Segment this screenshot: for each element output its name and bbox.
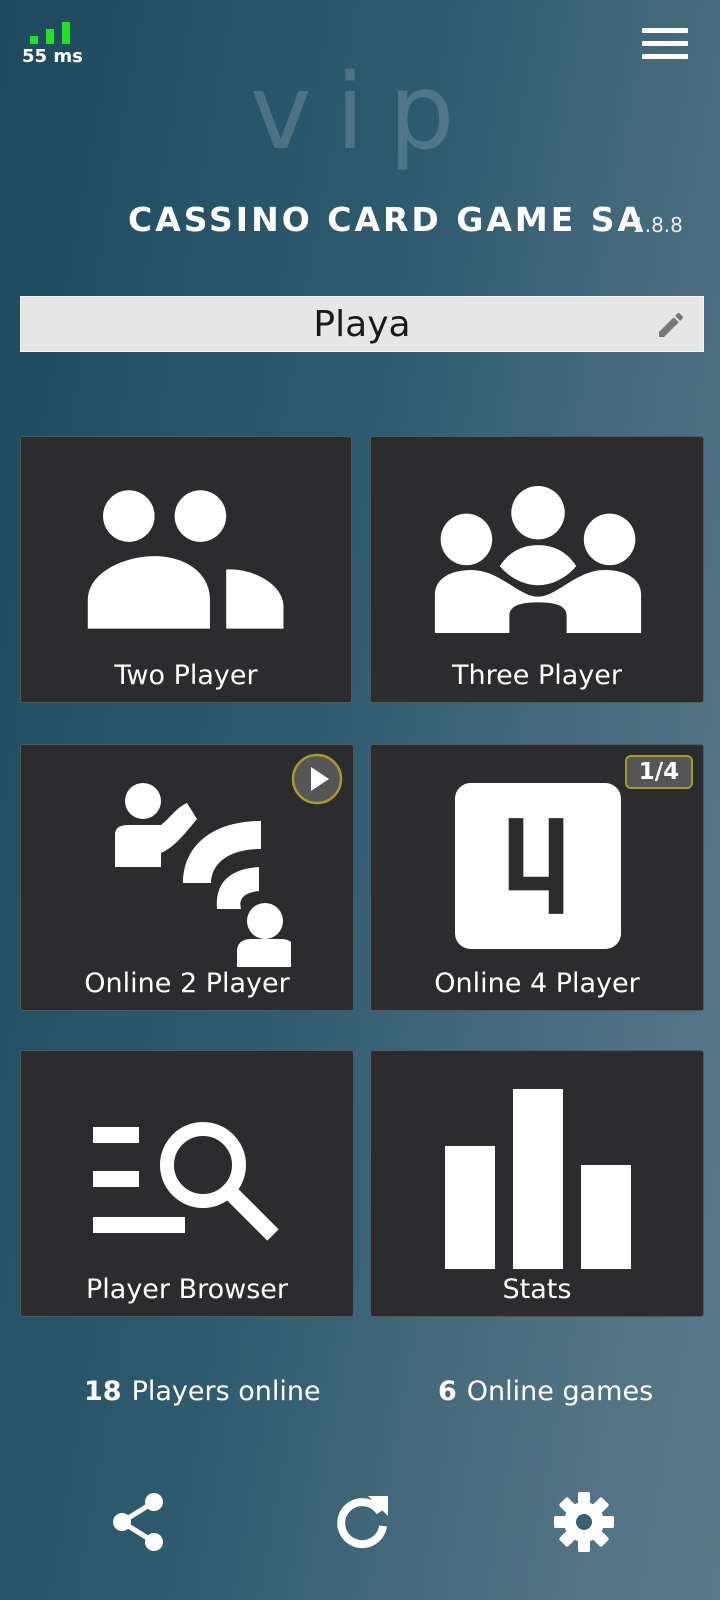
online-two-player-icon (115, 783, 291, 967)
version-label: 1.8.8 (632, 213, 683, 237)
three-player-tile[interactable]: Three Player (370, 436, 704, 703)
app-title: CASSINO CARD GAME SA (128, 200, 647, 239)
online-players-badge: 1/4 (625, 755, 693, 789)
stats-tile[interactable]: Stats (370, 1050, 704, 1317)
signal-bars-icon (28, 20, 72, 44)
connection-indicator: 55 ms (22, 20, 83, 72)
online-four-player-label: Online 4 Player (434, 968, 640, 999)
three-player-label: Three Player (452, 660, 622, 691)
ping-label: 55 ms (22, 46, 83, 67)
players-online: 18 Players online (84, 1372, 344, 1412)
two-people-icon (87, 490, 284, 629)
players-online-label: Players online (131, 1376, 321, 1407)
online-two-player-label: Online 2 Player (84, 968, 290, 999)
pencil-icon[interactable] (655, 309, 687, 341)
online-four-player-tile[interactable]: 1/4 Online 4 Player (370, 744, 704, 1011)
vip-logo: vip (250, 51, 479, 173)
hamburger-menu-icon[interactable] (640, 26, 690, 62)
refresh-icon[interactable] (330, 1490, 394, 1554)
player-name-field[interactable]: Playa (20, 296, 704, 352)
gear-icon[interactable] (552, 1490, 616, 1554)
stats-label: Stats (502, 1274, 572, 1305)
two-player-tile[interactable]: Two Player (20, 436, 352, 703)
list-search-icon (93, 1122, 279, 1241)
online-games-label: Online games (466, 1376, 654, 1407)
two-player-label: Two Player (114, 660, 258, 691)
player-name-value[interactable]: Playa (21, 297, 703, 353)
online-two-player-tile[interactable]: Online 2 Player (20, 744, 354, 1011)
four-square-icon (455, 783, 621, 949)
bar-chart-icon (445, 1089, 631, 1269)
play-icon[interactable] (291, 753, 343, 805)
online-games-count: 6 (438, 1376, 457, 1407)
online-games: 6 Online games (438, 1372, 678, 1412)
player-browser-label: Player Browser (85, 1274, 288, 1305)
players-online-count: 18 (84, 1376, 122, 1407)
player-browser-tile[interactable]: Player Browser (20, 1050, 354, 1317)
share-icon[interactable] (108, 1490, 172, 1554)
three-people-icon (434, 485, 642, 633)
